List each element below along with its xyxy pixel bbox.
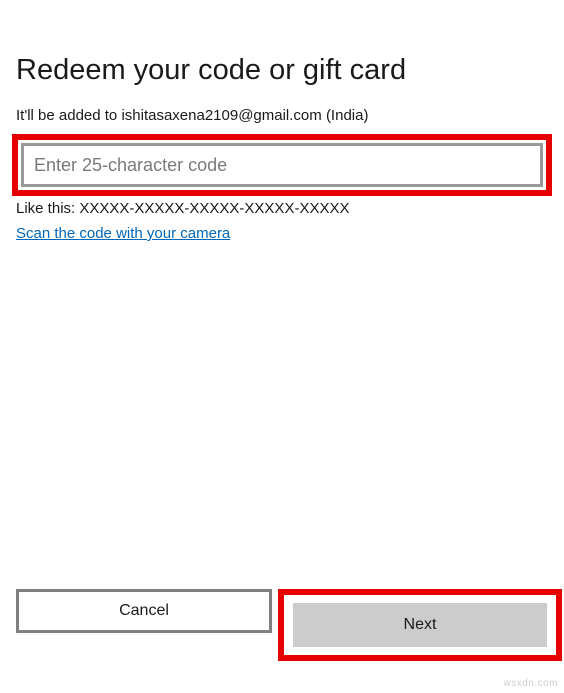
- button-row: Cancel Next: [16, 589, 564, 661]
- cancel-button[interactable]: Cancel: [16, 589, 272, 633]
- code-format-hint: Like this: XXXXX-XXXXX-XXXXX-XXXXX-XXXXX: [16, 200, 548, 217]
- account-info-text: It'll be added to ishitasaxena2109@gmail…: [16, 107, 548, 124]
- scan-code-link[interactable]: Scan the code with your camera: [16, 225, 230, 242]
- next-button[interactable]: Next: [293, 603, 547, 647]
- cancel-button-label: Cancel: [119, 602, 169, 620]
- watermark-text: wsxdn.com: [503, 678, 558, 689]
- next-button-label: Next: [404, 616, 437, 634]
- code-input[interactable]: [21, 143, 543, 187]
- page-title: Redeem your code or gift card: [16, 54, 548, 87]
- next-button-highlight: Next: [278, 589, 562, 661]
- code-input-highlight: [12, 134, 552, 196]
